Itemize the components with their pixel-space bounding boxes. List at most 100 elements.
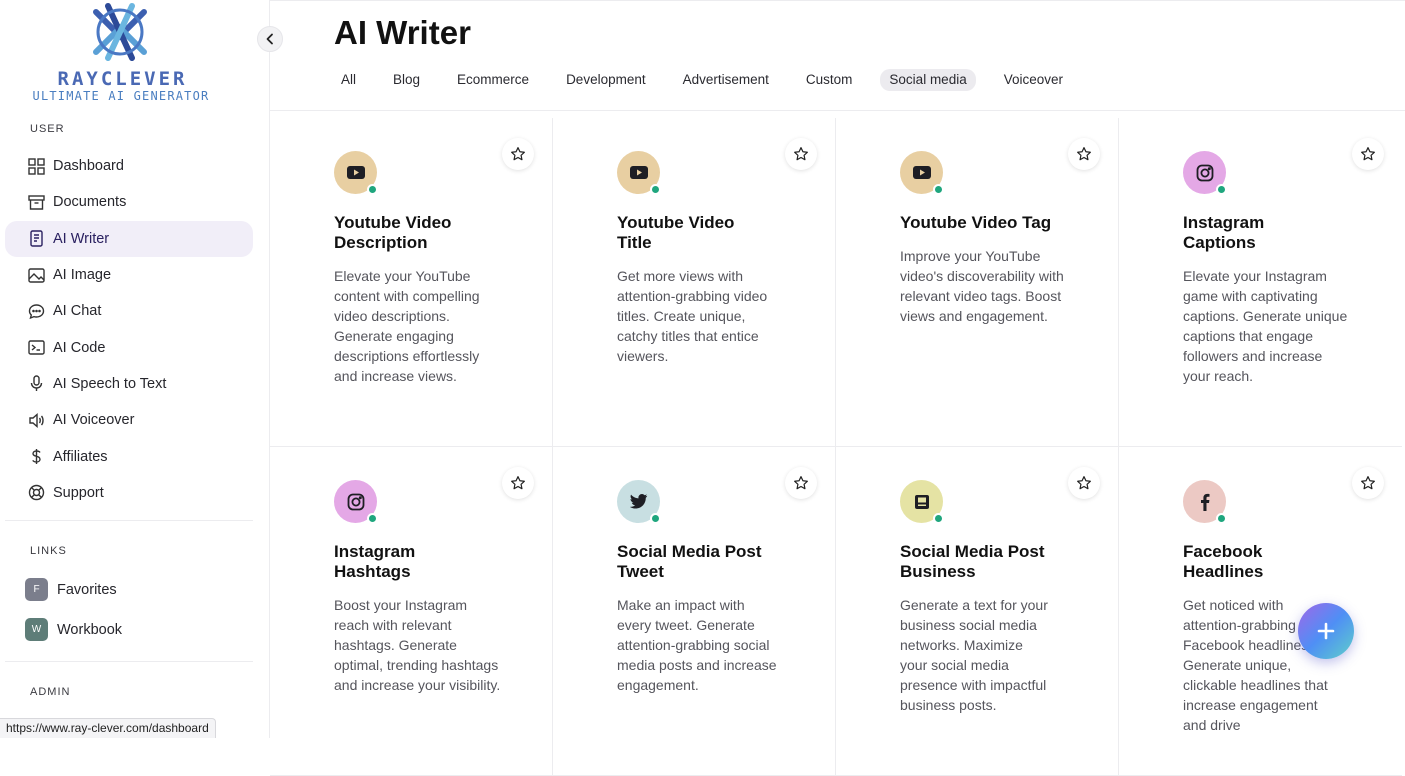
star-icon — [511, 147, 525, 161]
status-dot — [933, 184, 944, 195]
sidebar-item-ai-image[interactable]: AI Image — [5, 257, 253, 293]
status-bar-url: https://www.ray-clever.com/dashboard — [0, 718, 216, 738]
status-dot — [650, 184, 661, 195]
sidebar-divider — [5, 520, 253, 521]
dollar-icon — [27, 448, 45, 466]
status-dot — [650, 513, 661, 524]
template-card-youtube-video-tag[interactable]: Youtube Video Tag Improve your YouTube v… — [836, 118, 1119, 447]
template-card-youtube-video-title[interactable]: Youtube Video Title Get more views with … — [553, 118, 836, 447]
page-title: AI Writer — [334, 14, 471, 51]
speaker-icon — [27, 411, 45, 429]
card-description: Generate a text for your business social… — [900, 597, 1048, 713]
card-description: Make an impact with every tweet. Generat… — [617, 597, 777, 693]
tab-advertisement[interactable]: Advertisement — [674, 69, 778, 91]
card-title: Youtube Video Description — [334, 213, 452, 252]
card-description: Boost your Instagram reach with relevant… — [334, 597, 501, 693]
favorite-star-button[interactable] — [1068, 138, 1100, 170]
link-label: Favorites — [57, 581, 117, 598]
star-icon — [1077, 476, 1091, 490]
sidebar-item-documents[interactable]: Documents — [5, 184, 253, 220]
section-label-user: USER — [30, 123, 65, 135]
favorite-star-button[interactable] — [785, 467, 817, 499]
brand-logo[interactable]: RAYCLEVER ULTIMATE AI GENERATOR — [0, 0, 245, 110]
header-divider — [270, 110, 1405, 111]
sidebar-item-ai-chat[interactable]: AI Chat — [5, 293, 253, 329]
lifebuoy-icon — [27, 484, 45, 502]
template-card-youtube-video-description[interactable]: Youtube Video Description Elevate your Y… — [270, 118, 553, 447]
brand-tagline: ULTIMATE AI GENERATOR — [32, 89, 210, 103]
microphone-icon — [27, 375, 45, 393]
link-label: Workbook — [57, 621, 123, 638]
sidebar-item-label: AI Speech to Text — [53, 375, 167, 392]
card-description: Get more views with attention-grabbing v… — [617, 268, 768, 364]
favorite-star-button[interactable] — [1068, 467, 1100, 499]
sidebar-item-label: AI Voiceover — [53, 412, 135, 429]
tab-voiceover[interactable]: Voiceover — [995, 69, 1072, 91]
plus-icon — [1317, 622, 1335, 640]
brand-logo-mark-icon — [93, 3, 147, 61]
template-card-social-media-post-business[interactable]: Social Media Post Business Generate a te… — [836, 447, 1119, 776]
tab-custom[interactable]: Custom — [797, 69, 862, 91]
star-icon — [1077, 147, 1091, 161]
star-icon — [511, 476, 525, 490]
sidebar-item-label: AI Code — [53, 339, 106, 356]
link-item-favorites[interactable]: F Favorites — [25, 578, 117, 601]
star-icon — [794, 476, 808, 490]
favorite-star-button[interactable] — [1352, 467, 1384, 499]
card-title: Youtube Video Title — [617, 213, 735, 252]
sidebar-item-ai-writer[interactable]: AI Writer — [5, 220, 253, 257]
section-label-links: LINKS — [30, 545, 67, 557]
card-title: Social Media Post Tweet — [617, 542, 762, 581]
card-title: Social Media Post Business — [900, 542, 1045, 581]
link-item-workbook[interactable]: W Workbook — [25, 618, 122, 641]
link-badge: W — [25, 618, 48, 641]
status-dot — [1216, 184, 1227, 195]
sidebar-item-ai-voiceover[interactable]: AI Voiceover — [5, 402, 253, 438]
document-icon — [27, 230, 45, 248]
sidebar-collapse-button[interactable] — [257, 26, 283, 52]
sidebar-item-label: AI Chat — [53, 303, 102, 320]
favorite-star-button[interactable] — [502, 467, 534, 499]
archive-icon — [27, 193, 45, 211]
tab-development[interactable]: Development — [557, 69, 655, 91]
template-card-instagram-captions[interactable]: Instagram Captions Elevate your Instagra… — [1119, 118, 1402, 447]
sidebar-item-label: AI Writer — [53, 230, 110, 247]
sidebar-item-affiliates[interactable]: Affiliates — [5, 438, 253, 474]
section-label-admin: ADMIN — [30, 686, 71, 698]
favorite-star-button[interactable] — [785, 138, 817, 170]
sidebar-item-dashboard[interactable]: Dashboard — [5, 148, 253, 184]
sidebar-item-label: AI Image — [53, 267, 112, 284]
card-description: Elevate your YouTube content with compel… — [334, 268, 480, 384]
template-card-facebook-headlines[interactable]: Facebook Headlines Get noticed with atte… — [1119, 447, 1402, 776]
card-title: Youtube Video Tag — [900, 213, 1052, 232]
card-title: Instagram Captions — [1183, 213, 1265, 252]
star-icon — [1361, 476, 1375, 490]
status-dot — [933, 513, 944, 524]
tab-blog[interactable]: Blog — [384, 69, 429, 91]
card-description: Elevate your Instagram game with captiva… — [1183, 268, 1348, 384]
sidebar-item-support[interactable]: Support — [5, 475, 253, 511]
template-card-social-media-post-tweet[interactable]: Social Media Post Tweet Make an impact w… — [553, 447, 836, 776]
image-icon — [27, 266, 45, 284]
card-title: Instagram Hashtags — [334, 542, 416, 581]
sidebar-divider — [5, 661, 253, 662]
status-dot — [367, 513, 378, 524]
template-card-instagram-hashtags[interactable]: Instagram Hashtags Boost your Instagram … — [270, 447, 553, 776]
sidebar-nav: Dashboard Documents AI Writer AI Image A… — [5, 148, 253, 511]
grid-icon — [27, 157, 45, 175]
main-content: AI Writer All Blog Ecommerce Development… — [270, 0, 1405, 776]
tab-social-media[interactable]: Social media — [880, 69, 976, 91]
status-dot — [367, 184, 378, 195]
terminal-icon — [27, 339, 45, 357]
card-title: Facebook Headlines — [1183, 542, 1264, 581]
star-icon — [794, 147, 808, 161]
sidebar-item-ai-code[interactable]: AI Code — [5, 329, 253, 365]
status-dot — [1216, 513, 1227, 524]
card-description: Improve your YouTube video's discoverabi… — [900, 248, 1064, 324]
sidebar-item-ai-speech-to-text[interactable]: AI Speech to Text — [5, 366, 253, 402]
favorite-star-button[interactable] — [502, 138, 534, 170]
tab-all[interactable]: All — [332, 69, 365, 91]
favorite-star-button[interactable] — [1352, 138, 1384, 170]
add-button[interactable] — [1298, 603, 1354, 659]
tab-ecommerce[interactable]: Ecommerce — [448, 69, 538, 91]
